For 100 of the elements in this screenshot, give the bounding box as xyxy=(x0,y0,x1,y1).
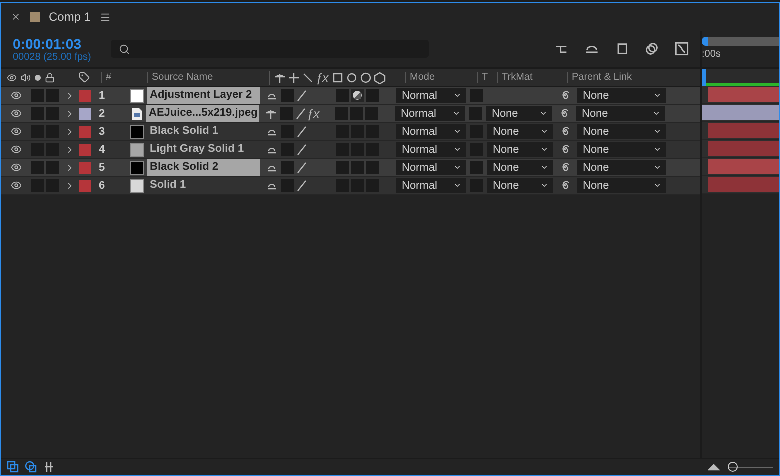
column-header[interactable]: Source Name xyxy=(152,72,214,83)
mode-dropdown[interactable]: Normal xyxy=(396,124,466,139)
shy-icon[interactable] xyxy=(265,108,277,120)
trkmat-dropdown[interactable]: None xyxy=(487,142,553,157)
eye-icon[interactable] xyxy=(10,90,22,101)
switch-box[interactable] xyxy=(336,89,349,102)
spiral-icon[interactable] xyxy=(559,108,571,120)
eye-icon[interactable] xyxy=(10,180,22,191)
switch-box[interactable] xyxy=(366,89,379,102)
parent-dropdown[interactable]: None xyxy=(577,178,666,193)
eye-icon[interactable] xyxy=(7,72,17,82)
search-field[interactable] xyxy=(111,40,429,58)
switch-box[interactable] xyxy=(335,107,348,120)
tab-title[interactable]: Comp 1 xyxy=(49,10,92,24)
spiral-icon[interactable] xyxy=(560,144,572,156)
pen-icon[interactable] xyxy=(296,90,308,102)
layer-row[interactable]: 3 Black Solid 1 Normal None None xyxy=(1,123,700,141)
pen-icon[interactable] xyxy=(296,126,308,138)
layer-name[interactable]: Black Solid 1 xyxy=(147,123,260,140)
image-file-icon xyxy=(131,106,143,120)
column-header[interactable]: TrkMat xyxy=(502,72,533,83)
solo-dot-icon[interactable] xyxy=(35,74,41,80)
zoom-slider[interactable] xyxy=(728,462,773,472)
trkmat-dropdown[interactable]: None xyxy=(486,106,552,121)
spiral-icon[interactable] xyxy=(560,126,572,138)
parent-dropdown[interactable]: None xyxy=(576,106,665,121)
trkmat-dropdown[interactable]: None xyxy=(487,160,553,175)
parent-dropdown[interactable]: None xyxy=(577,124,666,139)
layer-name[interactable]: Adjustment Layer 2 xyxy=(147,87,260,104)
navigator-bar[interactable] xyxy=(702,69,779,86)
pen-icon[interactable] xyxy=(296,180,308,192)
eye-icon[interactable] xyxy=(10,144,22,155)
switch-box[interactable] xyxy=(31,161,44,174)
tag-icon[interactable] xyxy=(78,72,90,83)
comp-icon[interactable] xyxy=(7,461,19,473)
switch-box[interactable] xyxy=(470,89,483,102)
fx-switch[interactable]: ƒx xyxy=(307,106,320,120)
switch-box[interactable] xyxy=(470,161,483,174)
pen-icon[interactable] xyxy=(296,144,308,156)
mode-dropdown[interactable]: Normal xyxy=(395,106,465,121)
adjustment-switch[interactable] xyxy=(351,89,364,102)
switch-box[interactable] xyxy=(281,161,294,174)
column-header[interactable]: # xyxy=(106,72,112,83)
fx-label[interactable]: ƒx xyxy=(316,70,330,84)
layer-name[interactable]: AEJuice...5x219.jpeg xyxy=(146,105,259,122)
lock-icon[interactable] xyxy=(45,72,55,82)
graph-editor-icon[interactable] xyxy=(674,42,690,56)
parent-dropdown[interactable]: None xyxy=(577,142,666,157)
ruler-label: :00s xyxy=(702,48,722,60)
switch-box[interactable] xyxy=(46,89,59,102)
timecode[interactable]: 0:00:01:03 xyxy=(13,36,103,52)
column-header[interactable]: T xyxy=(482,72,488,83)
switch-box[interactable] xyxy=(350,107,363,120)
layer-row[interactable]: 1 Adjustment Layer 2 Normal None xyxy=(1,87,700,105)
switch-box[interactable] xyxy=(336,161,349,174)
layer-number: 5 xyxy=(98,162,106,174)
switch-box[interactable] xyxy=(365,107,378,120)
mode-dropdown[interactable]: Normal xyxy=(396,178,466,193)
layer-row[interactable]: 2 AEJuice...5x219.jpeg ƒx Normal None None xyxy=(1,105,700,123)
spiral-icon[interactable] xyxy=(560,180,572,192)
column-header[interactable]: Parent & Link xyxy=(572,72,632,83)
motion-blur-icon[interactable] xyxy=(302,72,314,84)
layer-name[interactable]: Solid 1 xyxy=(147,177,260,194)
layer-name[interactable]: Black Solid 2 xyxy=(147,159,260,176)
switch-box[interactable] xyxy=(281,89,294,102)
column-header[interactable]: Mode xyxy=(410,72,436,83)
switch-box[interactable] xyxy=(469,107,482,120)
switch-box[interactable] xyxy=(31,89,44,102)
pen-icon[interactable] xyxy=(295,108,307,120)
trkmat-dropdown[interactable]: None xyxy=(487,124,553,139)
switch-box[interactable] xyxy=(366,161,379,174)
layer-number: 3 xyxy=(98,126,106,138)
mode-dropdown[interactable]: Normal xyxy=(396,160,466,175)
mode-dropdown[interactable]: Normal xyxy=(396,88,466,103)
eye-icon[interactable] xyxy=(10,126,22,137)
spiral-icon[interactable] xyxy=(560,90,572,102)
spiral-icon[interactable] xyxy=(560,162,572,174)
close-icon[interactable] xyxy=(11,12,21,22)
trkmat-dropdown[interactable]: None xyxy=(487,178,553,193)
eye-icon[interactable] xyxy=(10,162,22,173)
layer-row[interactable]: 5 Black Solid 2 Normal None None xyxy=(1,159,700,177)
layer-row[interactable]: 6 Solid 1 Normal None None xyxy=(1,177,700,195)
switch-box[interactable] xyxy=(280,107,293,120)
parent-dropdown[interactable]: None xyxy=(577,88,666,103)
pen-icon[interactable] xyxy=(296,162,308,174)
switch-box[interactable] xyxy=(46,107,59,120)
mode-dropdown[interactable]: Normal xyxy=(396,142,466,157)
layer-name[interactable]: Light Gray Solid 1 xyxy=(147,141,260,158)
speaker-icon[interactable] xyxy=(21,72,31,82)
parent-dropdown[interactable]: None xyxy=(577,160,666,175)
layer-row[interactable]: 4 Light Gray Solid 1 Normal None None xyxy=(1,141,700,159)
eye-icon[interactable] xyxy=(10,108,22,119)
search-icon xyxy=(119,44,130,54)
shy-icon[interactable] xyxy=(274,72,286,84)
switch-box[interactable] xyxy=(46,161,59,174)
switch-box[interactable] xyxy=(31,107,44,120)
switch-box[interactable] xyxy=(351,161,364,174)
frame-info: 00028 (25.00 fps) xyxy=(13,52,92,62)
menu-icon[interactable] xyxy=(100,12,112,22)
slider-thumb[interactable] xyxy=(728,462,738,472)
